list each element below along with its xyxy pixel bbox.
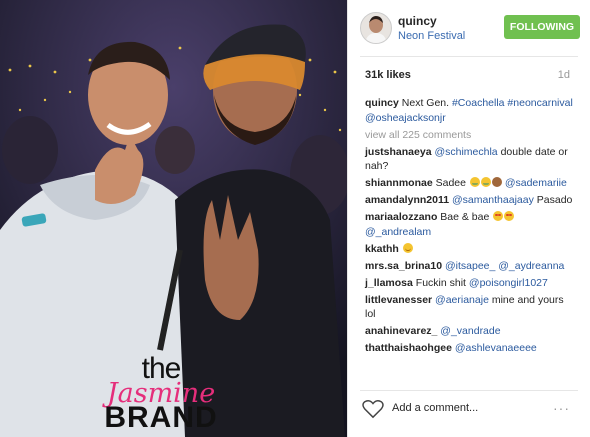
comment-username[interactable]: anahinevarez_ xyxy=(365,325,437,337)
comment-username[interactable]: kkathh xyxy=(365,243,399,255)
comment-username[interactable]: justshanaeya xyxy=(365,146,432,158)
monkey-emoji-icon xyxy=(491,177,502,187)
watermark-line3: BRAND xyxy=(104,401,218,434)
comment-item: kkathh xyxy=(365,242,577,257)
divider xyxy=(360,56,578,57)
comment-username[interactable]: mrs.sa_brina10 xyxy=(365,260,442,272)
post-footer: Add a comment... ··· xyxy=(360,396,578,426)
comment-item: amandalynn2011 @samanthaajaay Pasado xyxy=(365,193,577,208)
smile-emoji-icon xyxy=(402,242,413,253)
comments-list: quincy Next Gen. #Coachella #neoncarniva… xyxy=(365,96,577,358)
comment-mentions[interactable]: @_vandrade xyxy=(440,325,500,337)
comment-text: Pasado xyxy=(536,194,573,206)
heart-icon[interactable] xyxy=(362,399,384,419)
comment-item: quincy Next Gen. #Coachella #neoncarniva… xyxy=(365,96,577,125)
comment-username[interactable]: quincy xyxy=(365,97,399,109)
post-location[interactable]: Neon Festival xyxy=(398,30,465,42)
post-details-panel: quincy Neon Festival FOLLOWING 31k likes… xyxy=(347,0,590,437)
heart-emoji-icon xyxy=(493,211,504,221)
comment-item: mariaalozzano Bae & bae @_andrealam xyxy=(365,210,577,239)
comment-mentions[interactable]: @schimechla xyxy=(434,146,497,158)
comment-emoji-group xyxy=(492,211,515,223)
post-username[interactable]: quincy xyxy=(398,14,437,28)
likes-count[interactable]: 31k likes xyxy=(365,69,411,81)
comment-mentions[interactable]: @samanthaajaay xyxy=(452,194,534,206)
comment-mentions[interactable]: @aerianaje xyxy=(435,294,489,306)
comment-username[interactable]: shiannmonae xyxy=(365,177,433,189)
comment-emoji-group xyxy=(402,242,413,255)
comment-mentions[interactable]: @itsapee_ @_aydreanna xyxy=(445,260,564,272)
comment-username[interactable]: amandalynn2011 xyxy=(365,194,449,206)
comment-item: justshanaeya @schimechla double date or … xyxy=(365,145,577,174)
comment-text: Next Gen. xyxy=(401,97,450,109)
following-button[interactable]: FOLLOWING xyxy=(504,15,580,39)
comment-item: anahinevarez_ @_vandrade xyxy=(365,324,577,339)
comment-mentions[interactable]: @ashlevanaeeee xyxy=(455,342,537,354)
laugh-emoji-icon xyxy=(469,177,480,187)
comment-item: mrs.sa_brina10 @itsapee_ @_aydreanna xyxy=(365,259,577,274)
comment-text: Bae & bae xyxy=(440,211,490,223)
more-options-icon[interactable]: ··· xyxy=(553,400,570,416)
post-photo[interactable]: the Jasmine BRAND xyxy=(0,0,347,437)
divider xyxy=(360,390,578,391)
post-timestamp: 1d xyxy=(557,69,570,81)
comment-mentions[interactable]: @_andrealam xyxy=(365,226,431,238)
comment-item: thatthaishaohgee @ashlevanaeeee xyxy=(365,341,577,356)
comment-username[interactable]: mariaalozzano xyxy=(365,211,437,223)
laugh-emoji-icon xyxy=(480,177,491,187)
comment-username[interactable]: littlevanesser xyxy=(365,294,432,306)
comment-text: Fuckin shit xyxy=(415,276,466,289)
comment-username[interactable]: j_llamosa xyxy=(365,277,413,289)
comment-username[interactable]: thatthaishaohgee xyxy=(365,342,452,354)
comment-item: j_llamosa Fuckin shit @poisongirl1027 xyxy=(365,276,577,291)
view-all-comments-link[interactable]: view all 225 comments xyxy=(365,128,577,143)
post-header: quincy Neon Festival FOLLOWING xyxy=(360,8,580,52)
watermark-logo: the Jasmine BRAND xyxy=(96,354,226,433)
comment-mentions[interactable]: @sademariie xyxy=(505,177,567,189)
comment-item: shiannmonae Sadee @sademariie xyxy=(365,176,577,191)
add-comment-input[interactable]: Add a comment... xyxy=(392,402,478,414)
comment-text: Sadee xyxy=(435,177,466,189)
avatar[interactable] xyxy=(360,12,392,44)
comment-emoji-group xyxy=(469,177,502,189)
comment-mentions[interactable]: @poisongirl1027 xyxy=(469,277,548,289)
comment-item: littlevanesser @aerianaje mine and yours… xyxy=(365,293,577,322)
heart-emoji-icon xyxy=(504,211,515,221)
